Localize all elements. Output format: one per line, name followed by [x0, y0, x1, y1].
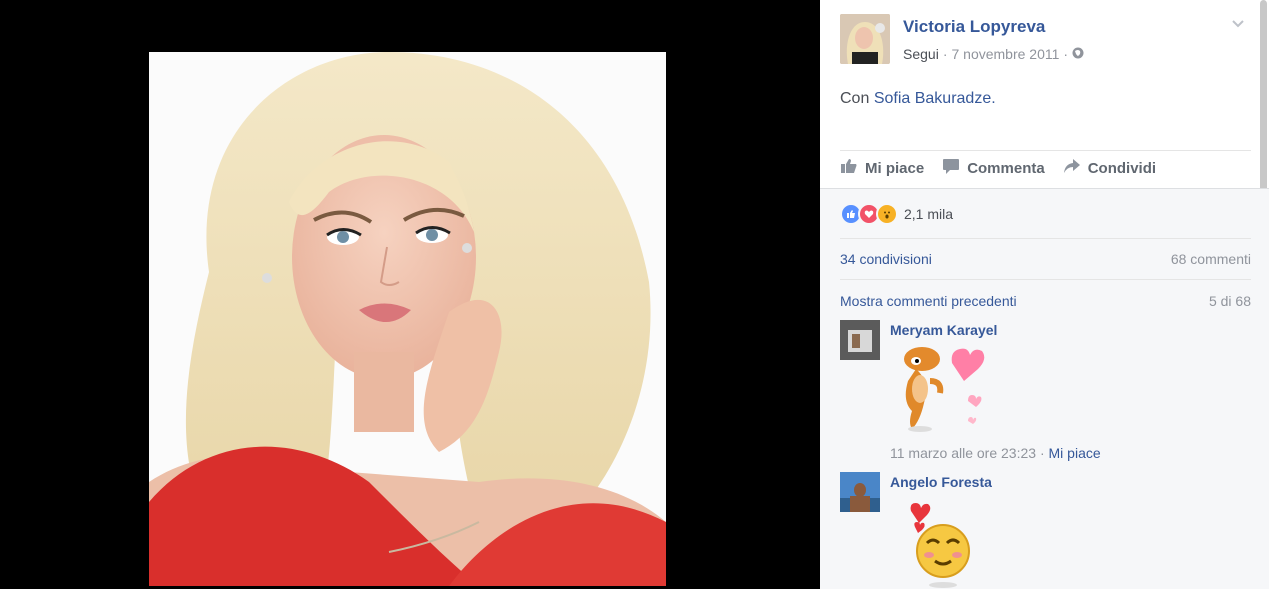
divider	[840, 150, 1251, 151]
comment-like-link[interactable]: Mi piace	[1049, 445, 1101, 461]
meta-separator: ·	[942, 46, 948, 62]
share-button[interactable]: Condividi	[1063, 158, 1156, 178]
smiley-with-hearts-sticker	[905, 501, 975, 589]
post-date[interactable]: 7 novembre 2011	[951, 46, 1059, 62]
share-label: Condividi	[1087, 159, 1157, 177]
tagged-with-line: Con Sofia Bakuradze.	[840, 90, 996, 108]
chevron-down-icon[interactable]	[1231, 16, 1245, 30]
reactions-summary[interactable]: 2,1 mila	[840, 203, 953, 225]
commenter-avatar[interactable]	[840, 320, 880, 360]
comment-icon	[942, 158, 960, 178]
comments-count[interactable]: 68 commenti	[1171, 251, 1251, 267]
commenter-name-link[interactable]: Meryam Karayel	[890, 322, 997, 338]
comment-label: Commenta	[967, 159, 1045, 177]
share-icon	[1063, 158, 1081, 178]
author-avatar[interactable]	[840, 14, 890, 64]
divider	[840, 279, 1251, 280]
post-actions: Mi piace Commenta Condividi	[840, 158, 1156, 178]
post-stats: 34 condivisioni 68 commenti	[840, 251, 1251, 267]
post-meta: Segui · 7 novembre 2011 ·	[903, 46, 1084, 62]
follow-button[interactable]: Segui	[903, 46, 939, 62]
meta-separator: ·	[1039, 445, 1045, 461]
like-label: Mi piace	[865, 159, 925, 177]
dancing-dog-hearts-sticker	[890, 341, 990, 438]
comment-timestamp[interactable]: 11 marzo alle ore 23:23	[890, 445, 1036, 461]
comment-button[interactable]: Commenta	[942, 158, 1045, 178]
globe-icon	[1072, 46, 1084, 62]
commenter-avatar[interactable]	[840, 472, 880, 512]
commenter-name-link[interactable]: Angelo Foresta	[890, 474, 992, 490]
previous-comments-row: Mostra commenti precedenti 5 di 68	[840, 293, 1251, 309]
divider	[840, 238, 1251, 239]
thumbs-up-icon	[840, 158, 858, 178]
reaction-count: 2,1 mila	[904, 206, 954, 222]
post-side-panel: Victoria Lopyreva Segui · 7 novembre 201…	[820, 0, 1269, 589]
comment-meta: 11 marzo alle ore 23:23 · Mi piace	[890, 445, 1101, 461]
meta-separator: ·	[1063, 46, 1069, 62]
shares-count-link[interactable]: 34 condivisioni	[840, 251, 932, 267]
comments-shown-count: 5 di 68	[1208, 293, 1251, 309]
author-name-link[interactable]: Victoria Lopyreva	[903, 17, 1045, 37]
photo-viewer	[0, 0, 820, 589]
show-previous-comments-link[interactable]: Mostra commenti precedenti	[840, 293, 1017, 309]
like-button[interactable]: Mi piace	[840, 158, 924, 178]
tagged-person-link[interactable]: Sofia Bakuradze.	[874, 90, 996, 107]
with-prefix: Con	[840, 90, 870, 107]
post-photo[interactable]	[149, 52, 666, 586]
wow-reaction-icon	[876, 203, 898, 225]
comments-area: 2,1 mila 34 condivisioni 68 commenti Mos…	[820, 188, 1269, 589]
